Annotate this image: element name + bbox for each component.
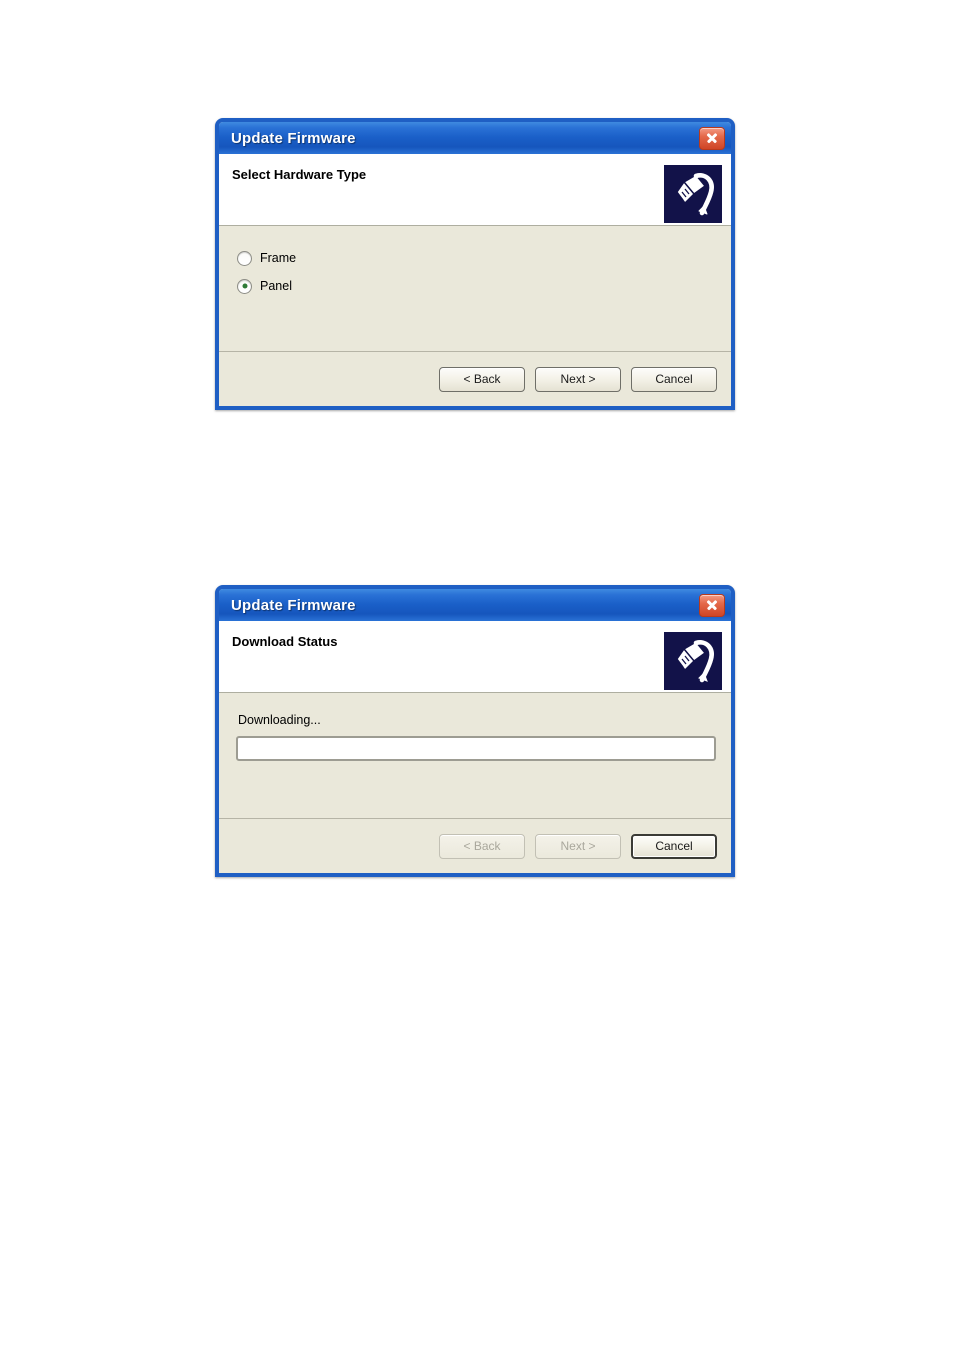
cancel-button[interactable]: Cancel — [631, 366, 717, 392]
status-text: Downloading... — [238, 713, 321, 727]
radio-option-panel[interactable]: Panel — [237, 272, 292, 300]
dialog-footer: < Back Next > Cancel — [219, 819, 731, 873]
radio-label-frame: Frame — [260, 251, 297, 265]
radio-option-frame[interactable]: Frame — [237, 244, 296, 272]
download-status-content: Downloading... — [219, 693, 731, 819]
hardware-type-options: Frame Panel — [219, 226, 731, 352]
cancel-button[interactable]: Cancel — [631, 833, 717, 859]
close-icon[interactable] — [699, 126, 725, 150]
radio-icon-unselected — [237, 250, 252, 266]
dialog-footer: < Back Next > Cancel — [219, 352, 731, 406]
close-icon[interactable] — [699, 593, 725, 617]
download-progress-bar — [236, 736, 716, 761]
window-title: Update Firmware — [231, 129, 356, 147]
next-button[interactable]: Next > — [535, 366, 621, 392]
update-firmware-dialog-select-hardware-type: Update Firmware Select Hardware Type Fra… — [215, 118, 735, 410]
page-title: Download Status — [232, 634, 338, 649]
window-title: Update Firmware — [231, 596, 356, 614]
rj45-connector-icon — [664, 632, 722, 690]
page-title: Select Hardware Type — [232, 167, 367, 182]
title-bar[interactable]: Update Firmware — [219, 589, 731, 621]
update-firmware-dialog-download-status: Update Firmware Download Status Download… — [215, 585, 735, 877]
back-button: < Back — [439, 833, 525, 859]
rj45-connector-icon — [664, 165, 722, 223]
title-bar[interactable]: Update Firmware — [219, 122, 731, 154]
wizard-header: Download Status — [219, 621, 731, 693]
wizard-header: Select Hardware Type — [219, 154, 731, 226]
next-button: Next > — [535, 833, 621, 859]
back-button[interactable]: < Back — [439, 366, 525, 392]
radio-label-panel: Panel — [260, 279, 292, 293]
radio-icon-selected — [237, 278, 252, 294]
